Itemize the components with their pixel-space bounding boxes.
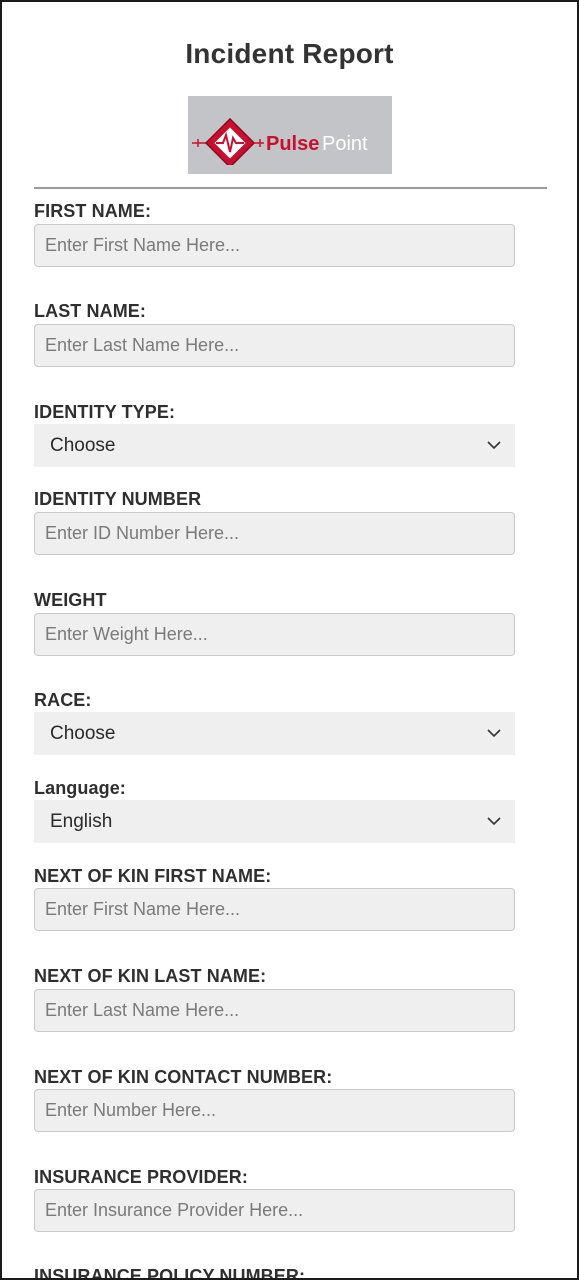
heartbeat-logo-icon: Pulse Point: [192, 117, 368, 165]
identity-number-label: IDENTITY NUMBER: [34, 489, 202, 509]
chevron-down-icon: [487, 729, 501, 738]
first-name-label: FIRST NAME:: [34, 201, 152, 221]
identity-number-input[interactable]: [34, 512, 515, 555]
identity-type-label: IDENTITY TYPE:: [34, 402, 176, 422]
kin-contact-input[interactable]: [34, 1089, 515, 1132]
brand-text-pulse: Pulse: [266, 133, 319, 155]
weight-label: WEIGHT: [34, 590, 107, 610]
race-select[interactable]: Choose: [34, 712, 515, 755]
last-name-input[interactable]: [34, 324, 515, 367]
kin-last-name-label: NEXT OF KIN LAST NAME:: [34, 966, 267, 986]
chevron-down-icon: [487, 441, 501, 450]
identity-type-select[interactable]: Choose: [34, 424, 515, 467]
insurance-policy-label: INSURANCE POLICY NUMBER:: [34, 1266, 306, 1280]
kin-first-name-input[interactable]: [34, 888, 515, 931]
chevron-down-icon: [487, 817, 501, 826]
language-value: English: [50, 810, 113, 832]
pulsepoint-logo: Pulse Point: [188, 96, 392, 174]
race-label: RACE:: [34, 690, 92, 710]
identity-type-value: Choose: [50, 434, 116, 456]
brand-text-point: Point: [322, 133, 368, 155]
kin-first-name-label: NEXT OF KIN FIRST NAME:: [34, 866, 272, 886]
insurance-provider-input[interactable]: [34, 1189, 515, 1232]
first-name-input[interactable]: [34, 224, 515, 267]
app-frame: Incident Report Pulse Point FIRST NAME: …: [0, 0, 579, 1280]
page-title: Incident Report: [185, 38, 394, 69]
kin-contact-label: NEXT OF KIN CONTACT NUMBER:: [34, 1067, 333, 1087]
race-value: Choose: [50, 722, 116, 744]
header-divider: [34, 187, 547, 189]
insurance-provider-label: INSURANCE PROVIDER:: [34, 1167, 248, 1187]
weight-input[interactable]: [34, 613, 515, 656]
language-label: Language:: [34, 778, 126, 798]
kin-last-name-input[interactable]: [34, 989, 515, 1032]
last-name-label: LAST NAME:: [34, 301, 146, 321]
language-select[interactable]: English: [34, 800, 515, 843]
